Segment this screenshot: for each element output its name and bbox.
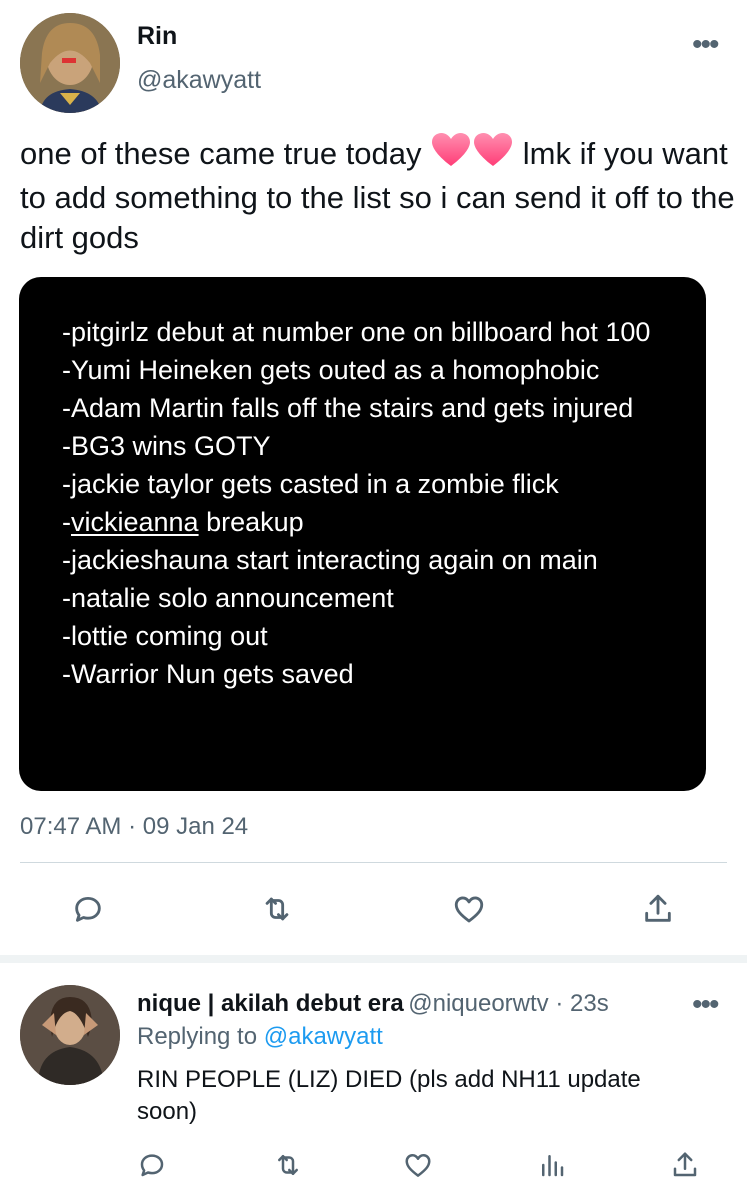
reply-button[interactable] — [68, 889, 108, 929]
reply-text: RIN PEOPLE (LIZ) DIED (pls add NH11 upda… — [137, 1066, 641, 1125]
media-line: -Yumi Heineken gets outed as a homophobi… — [62, 355, 600, 385]
media-line: -jackieshauna start interacting again on… — [62, 545, 598, 575]
media-list: -pitgirlz debut at number one on billboa… — [62, 313, 682, 693]
author-handle[interactable]: @akawyatt — [137, 66, 261, 95]
section-divider — [0, 955, 747, 963]
timestamp-separator: · — [121, 813, 143, 840]
pink-heart-icon — [430, 132, 514, 178]
retweet-icon — [278, 1155, 298, 1175]
like-icon — [405, 1154, 431, 1177]
tweet-date: 09 Jan 24 — [142, 813, 249, 840]
share-icon — [645, 894, 671, 922]
media-line-suffix: breakup — [198, 507, 304, 537]
tweet-text: one of these came true today lmk if you … — [20, 132, 735, 258]
reply-analytics-button[interactable] — [532, 1145, 572, 1185]
media-line: -Warrior Nun gets saved — [62, 659, 354, 689]
media-line: -lottie coming out — [62, 621, 268, 651]
more-options-icon[interactable]: ••• — [692, 30, 719, 60]
reply-retweet-button[interactable] — [268, 1145, 308, 1185]
tweet-time: 07:47 AM — [20, 813, 122, 840]
reply-time: · 23s — [548, 990, 609, 1017]
reply-more-options-icon[interactable]: ••• — [692, 990, 719, 1020]
media-line: -natalie solo announcement — [62, 583, 394, 613]
author-name[interactable]: Rin — [137, 22, 177, 51]
retweet-button[interactable] — [257, 889, 297, 929]
share-button[interactable] — [638, 889, 678, 929]
analytics-icon — [542, 1155, 564, 1177]
reply-avatar[interactable] — [20, 985, 120, 1085]
media-line: -vickieanna breakup — [62, 503, 682, 541]
media-line: -pitgirlz debut at number one on billboa… — [62, 317, 651, 347]
media-line-prefix: - — [62, 507, 71, 537]
reply-share-button[interactable] — [665, 1145, 705, 1185]
tweet-text-part1: one of these came true today — [20, 136, 431, 171]
media-line: -jackie taylor gets casted in a zombie f… — [62, 469, 559, 499]
tweet-media-image[interactable]: -pitgirlz debut at number one on billboa… — [19, 277, 706, 791]
reply-author-name[interactable]: nique | akilah debut era — [137, 990, 404, 1017]
replying-to-label: Replying to — [137, 1023, 264, 1050]
share-icon — [673, 1152, 697, 1177]
media-line: -BG3 wins GOTY — [62, 431, 271, 461]
reply-reply-button[interactable] — [132, 1145, 172, 1185]
tweet-timestamp[interactable]: 07:47 AM · 09 Jan 24 — [20, 813, 248, 841]
divider — [20, 862, 727, 863]
like-button[interactable] — [449, 889, 489, 929]
reply-icon — [140, 1154, 164, 1177]
reply-icon — [75, 896, 101, 922]
reply-author-handle[interactable]: @niqueorwtv — [408, 990, 548, 1017]
replying-to: Replying to @akawyatt — [137, 1023, 383, 1051]
author-avatar[interactable] — [20, 13, 120, 113]
like-icon — [454, 896, 484, 923]
reply-like-button[interactable] — [398, 1145, 438, 1185]
media-line-underlined: vickieanna — [71, 507, 199, 537]
replying-to-handle-link[interactable]: @akawyatt — [264, 1023, 383, 1050]
media-line: -Adam Martin falls off the stairs and ge… — [62, 393, 634, 423]
reply-header: nique | akilah debut era @niqueorwtv · 2… — [137, 990, 682, 1018]
retweet-icon — [265, 897, 289, 921]
